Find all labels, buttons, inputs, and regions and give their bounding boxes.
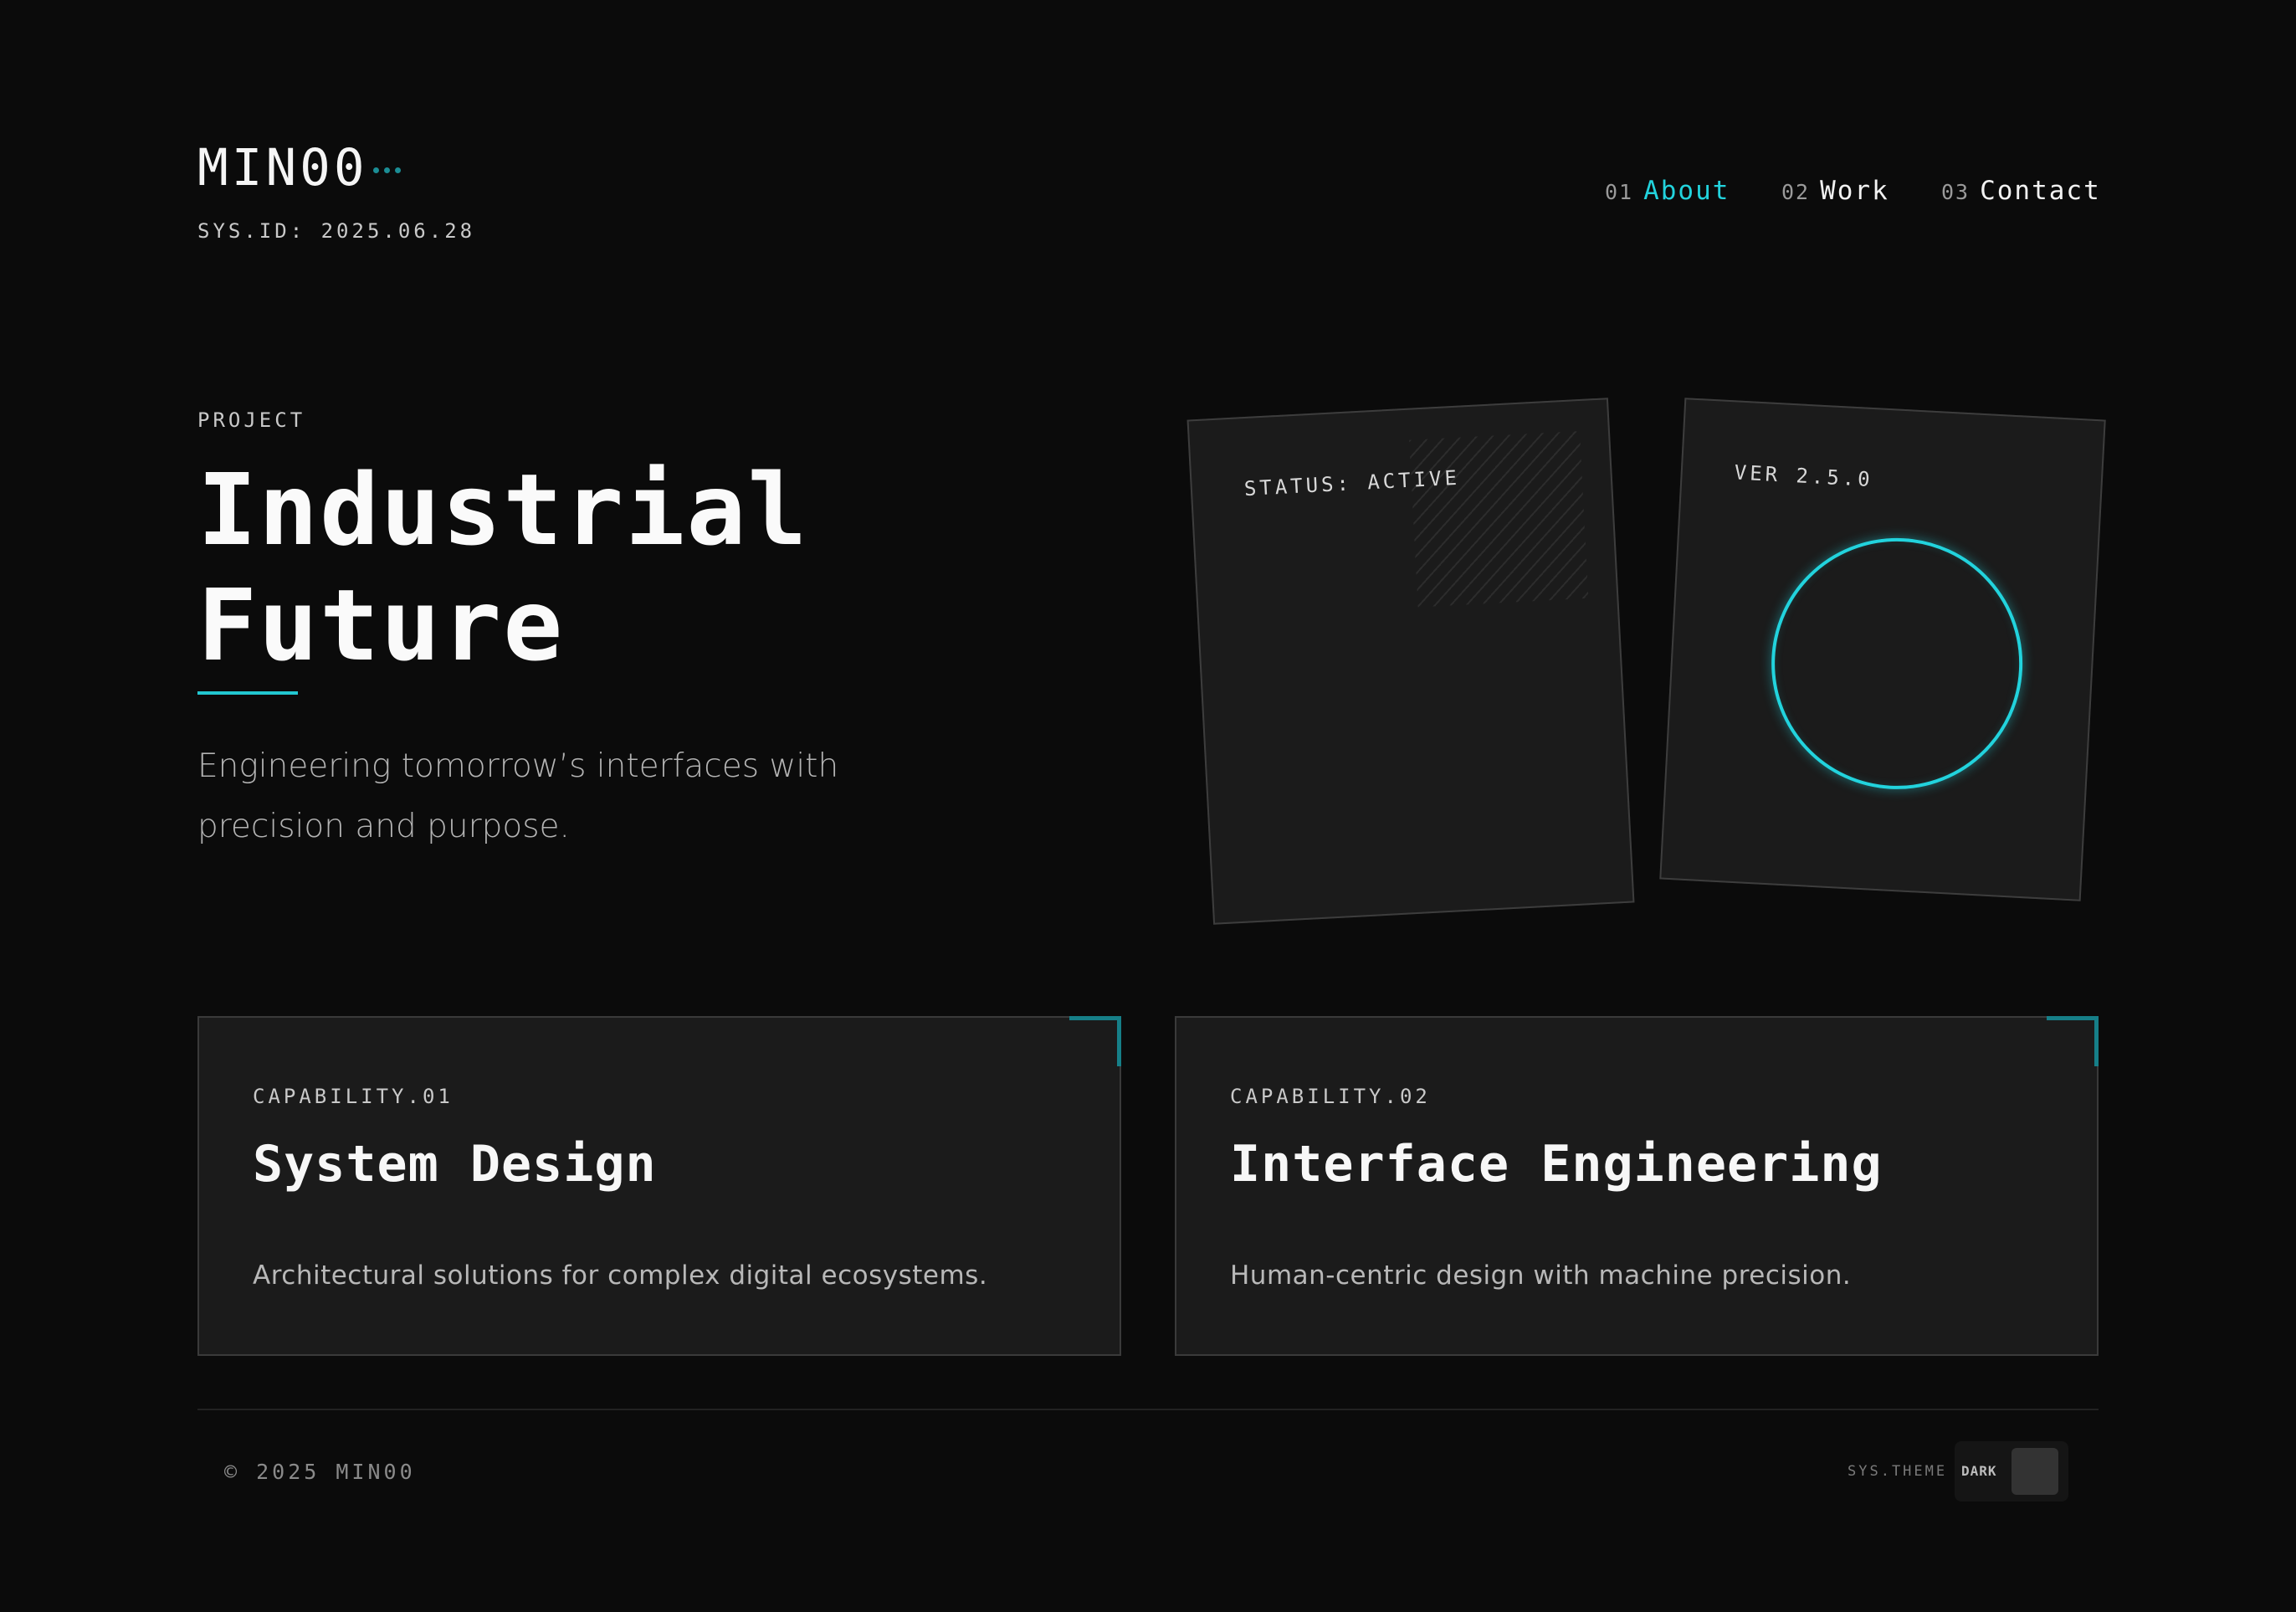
corner-bracket-icon (2047, 1016, 2099, 1066)
capability-label: CAPABILITY.02 (1230, 1085, 1431, 1108)
hero-title-line-1: Industrial (197, 452, 809, 567)
toggle-knob (2012, 1448, 2058, 1495)
nav-contact-number: 03 (1941, 180, 1971, 204)
ring-icon (1765, 531, 2029, 796)
version-label: VER 2.5.0 (1734, 460, 1874, 492)
capability-description: Human-centric design with machine precis… (1230, 1260, 1852, 1291)
theme-toggle[interactable]: DARK (1955, 1441, 2068, 1502)
logo-dots-icon (373, 167, 401, 173)
nav-work-number: 02 (1781, 180, 1811, 204)
capability-card-interface-engineering: CAPABILITY.02 Interface Engineering Huma… (1175, 1016, 2099, 1356)
theme-value: DARK (1961, 1463, 1997, 1479)
nav-contact-label: Contact (1980, 176, 2101, 206)
hero-title-line-2: Future (197, 567, 565, 683)
copyright: © 2025 MIN00 (224, 1460, 416, 1484)
sys-id: SYS.ID: 2025.06.28 (197, 219, 476, 243)
nav-work[interactable]: 02 Work (1781, 176, 1889, 206)
hero-subtitle-line-1: Engineering tomorrow’s interfaces with (197, 747, 839, 785)
nav-about-number: 01 (1605, 180, 1634, 204)
footer-divider (197, 1409, 2099, 1410)
nav-about-label: About (1643, 176, 1730, 206)
capability-card-system-design: CAPABILITY.01 System Design Architectura… (197, 1016, 1121, 1356)
corner-bracket-icon (1069, 1016, 1121, 1066)
version-card: VER 2.5.0 (1659, 398, 2106, 901)
hero-subtitle-line-2: precision and purpose. (197, 808, 570, 845)
nav-about[interactable]: 01 About (1605, 176, 1730, 206)
theme-label: SYS.THEME (1848, 1463, 1948, 1480)
hero-accent-rule (197, 691, 298, 695)
logo[interactable]: MIN00 (197, 142, 368, 193)
hero-subtitle: Engineering tomorrow’s interfaces with p… (197, 737, 951, 857)
nav-contact[interactable]: 03 Contact (1941, 176, 2101, 206)
hero-eyebrow: PROJECT (197, 408, 306, 432)
capability-title: Interface Engineering (1230, 1135, 1883, 1194)
capability-label: CAPABILITY.01 (253, 1085, 454, 1108)
capability-title: System Design (253, 1135, 657, 1194)
nav-work-label: Work (1820, 176, 1889, 206)
hatch-pattern (1409, 431, 1589, 608)
status-card: STATUS: ACTIVE (1186, 398, 1635, 925)
hero-title: Industrial Future (197, 452, 808, 683)
capability-description: Architectural solutions for complex digi… (253, 1260, 988, 1291)
